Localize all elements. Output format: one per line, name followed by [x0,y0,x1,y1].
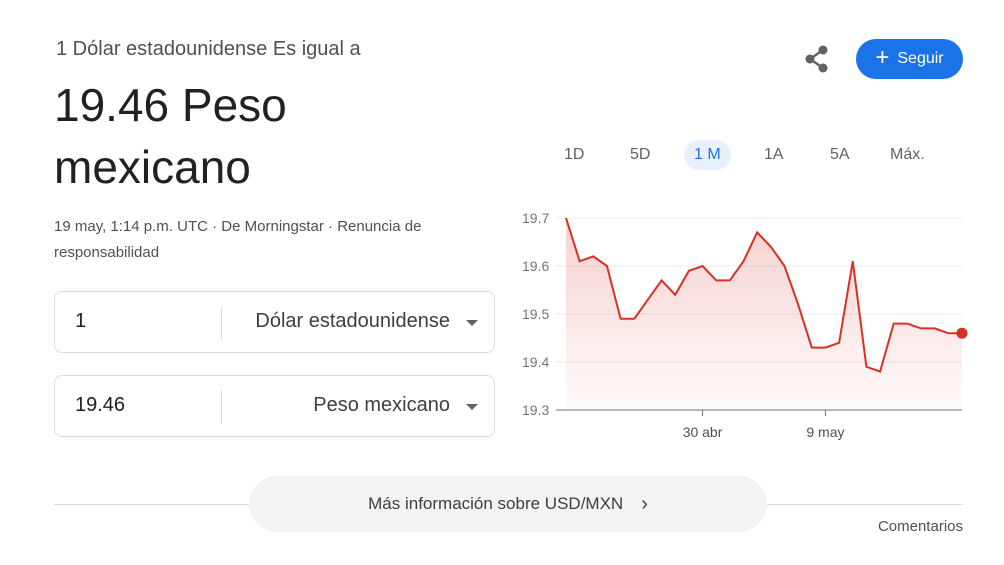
chevron-down-icon[interactable] [466,320,478,326]
field-divider [221,390,222,424]
y-tick-label: 19.4 [522,354,549,370]
field-divider [221,306,222,340]
plus-icon: + [875,44,890,71]
from-amount-input[interactable]: 1 [75,310,86,333]
price-chart[interactable]: 19.7 19.6 19.5 19.4 19.3 30 abr 9 may [510,200,980,450]
current-point-marker [956,327,968,339]
x-tick-label: 30 abr [683,424,723,440]
footer-divider [766,504,963,505]
range-tabs: 1D 5D 1 M 1A 5A Máx. [552,140,962,170]
more-info-button[interactable]: Más información sobre USD/MXN › [249,476,767,532]
source-link[interactable]: De Morningstar [221,218,324,235]
rate-meta: 19 may, 1:14 p.m. UTC · De Morningstar ·… [54,214,484,266]
share-icon[interactable] [800,42,834,76]
chevron-down-icon[interactable] [466,404,478,410]
follow-button[interactable]: + Seguir [856,39,963,79]
to-amount-input[interactable]: 19.46 [75,394,125,417]
follow-label: Seguir [897,50,944,67]
footer-divider [54,504,250,505]
tab-max[interactable]: Máx. [880,140,935,170]
meta-separator: · [323,218,338,235]
y-tick-label: 19.5 [522,306,549,322]
exchange-rate: 19.46 Peso mexicano [54,79,287,193]
x-tick-label: 9 may [806,424,844,440]
to-currency-select[interactable]: Peso mexicano [313,394,450,417]
feedback-link[interactable]: Comentarios [878,518,963,535]
tab-1m[interactable]: 1 M [684,140,731,170]
more-info-label: Más información sobre USD/MXN [368,494,624,513]
y-tick-label: 19.3 [522,402,549,418]
meta-separator: · [207,218,222,235]
converter-to: 19.46 Peso mexicano [54,375,495,437]
y-tick-label: 19.6 [522,258,549,274]
y-tick-label: 19.7 [522,210,549,226]
from-currency-select[interactable]: Dólar estadounidense [255,310,450,333]
converter-from: 1 Dólar estadounidense [54,291,495,353]
tab-5d[interactable]: 5D [620,140,660,170]
timestamp: 19 may, 1:14 p.m. UTC [54,218,208,235]
tab-1d[interactable]: 1D [554,140,594,170]
currency-subtitle: 1 Dólar estadounidense Es igual a [56,38,361,60]
tab-1a[interactable]: 1A [754,140,794,170]
chevron-right-icon: › [641,492,648,515]
tab-5a[interactable]: 5A [820,140,860,170]
